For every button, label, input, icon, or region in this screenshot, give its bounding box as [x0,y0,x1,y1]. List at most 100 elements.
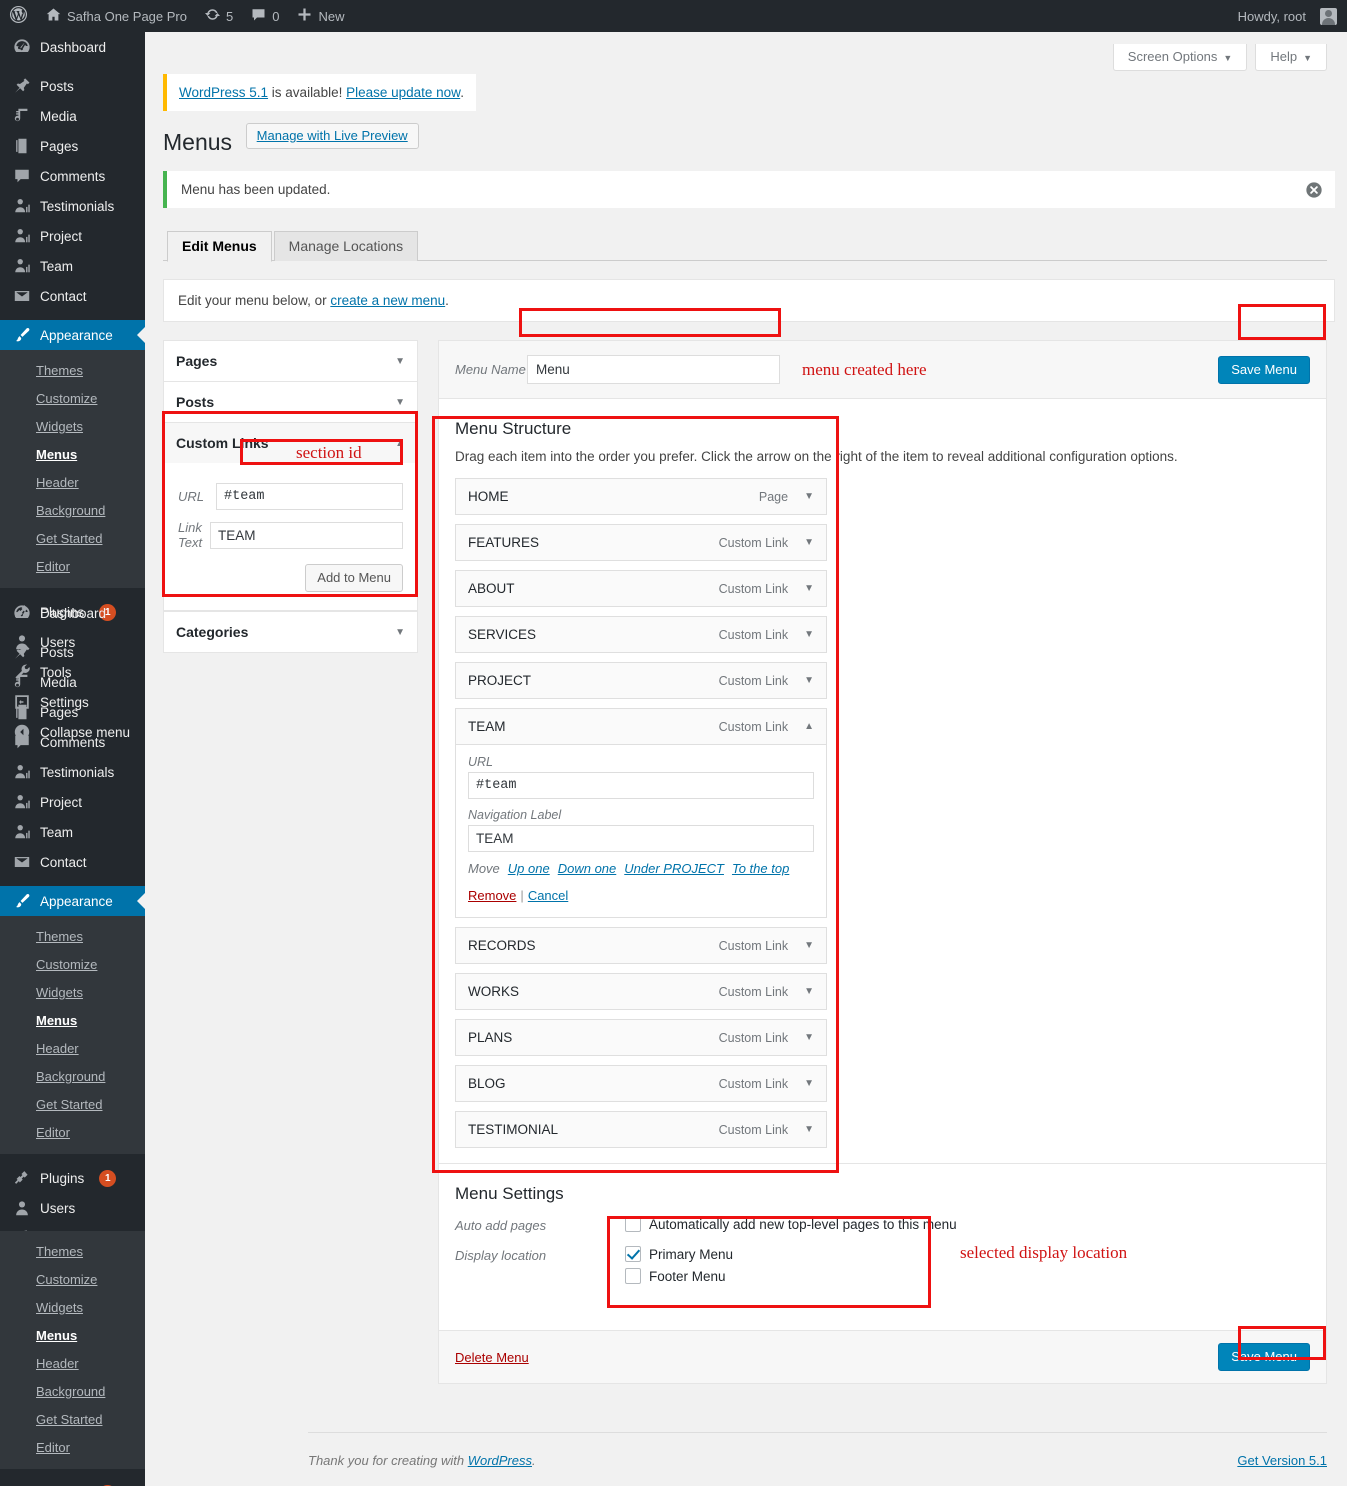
menu-item[interactable]: TESTIMONIAL Custom Link ▼ [455,1111,827,1148]
accordion-header-categories[interactable]: Categories ▼ [163,611,418,653]
auto-add-pages-checkbox-line[interactable]: Automatically add new top-level pages to… [625,1216,957,1232]
sidebar-item-comments[interactable]: Comments [0,161,145,191]
sidebar-subitem-get-started[interactable]: Get Started [0,1406,145,1434]
sidebar-subitem-widgets[interactable]: Widgets [0,979,145,1007]
wp-logo-button[interactable] [0,0,37,32]
save-menu-button-top[interactable]: Save Menu [1218,355,1310,384]
menu-item[interactable]: SERVICES Custom Link ▼ [455,616,827,653]
sidebar-item-project[interactable]: Project [0,221,145,251]
sidebar-subitem-editor[interactable]: Editor [0,1119,145,1147]
cancel-link[interactable]: Cancel [528,888,568,903]
sidebar-item-posts[interactable]: Posts [0,71,145,101]
sidebar-item-dashboard[interactable]: Dashboard [0,32,145,62]
sidebar-item-media[interactable]: Media [0,101,145,131]
new-content-button[interactable]: New [288,0,353,32]
sidebar-item-plugins[interactable]: Plugins 1 [0,1163,145,1193]
chevron-down-icon[interactable]: ▼ [804,491,814,502]
tab-edit-menus[interactable]: Edit Menus [167,231,272,262]
menu-item-bar[interactable]: ABOUT Custom Link ▼ [456,571,826,606]
auto-add-pages-checkbox[interactable] [625,1216,641,1232]
move-link-down-one[interactable]: Down one [558,861,617,876]
site-name-button[interactable]: Safha One Page Pro [37,0,196,32]
sidebar-item-comments[interactable]: Comments [0,727,145,757]
wordpress-version-link[interactable]: WordPress 5.1 [179,85,268,100]
sidebar-subitem-customize[interactable]: Customize [0,1266,145,1294]
accordion-header-custom-links[interactable]: Custom Links ▲ [163,422,418,464]
please-update-now-link[interactable]: Please update now [346,85,460,100]
screen-options-button[interactable]: Screen Options ▼ [1112,44,1248,71]
sidebar-subitem-get-started[interactable]: Get Started [0,525,145,553]
sidebar-subitem-themes[interactable]: Themes [0,1238,145,1266]
menu-item-bar[interactable]: WORKS Custom Link ▼ [456,974,826,1009]
chevron-down-icon[interactable]: ▼ [804,1032,814,1043]
custom-link-text-input[interactable] [210,521,403,549]
menu-item-bar[interactable]: HOME Page ▼ [456,479,826,514]
sidebar-item-users[interactable]: Users [0,1193,145,1223]
remove-link[interactable]: Remove [468,888,516,903]
sidebar-item-appearance[interactable]: Appearance [0,886,145,916]
sidebar-subitem-get-started[interactable]: Get Started [0,1091,145,1119]
custom-link-url-input[interactable] [216,483,403,510]
chevron-down-icon[interactable]: ▼ [804,1124,814,1135]
sidebar-item-contact[interactable]: Contact [0,847,145,877]
sidebar-subitem-menus[interactable]: Menus [0,1007,145,1035]
sidebar-subitem-themes[interactable]: Themes [0,923,145,951]
menu-item[interactable]: PROJECT Custom Link ▼ [455,662,827,699]
sidebar-subitem-menus[interactable]: Menus [0,1322,145,1350]
sidebar-subitem-widgets[interactable]: Widgets [0,1294,145,1322]
menu-name-input[interactable] [527,355,780,384]
menu-item-bar[interactable]: PROJECT Custom Link ▼ [456,663,826,698]
menu-item-bar[interactable]: FEATURES Custom Link ▼ [456,525,826,560]
menu-item[interactable]: ABOUT Custom Link ▼ [455,570,827,607]
sidebar-subitem-background[interactable]: Background [0,1378,145,1406]
chevron-down-icon[interactable]: ▼ [804,583,814,594]
menu-item-navlabel-input[interactable] [468,825,814,852]
sidebar-item-team[interactable]: Team [0,817,145,847]
chevron-down-icon[interactable]: ▼ [804,986,814,997]
display-location-primary-menu[interactable]: Primary Menu [625,1246,733,1262]
menu-item[interactable]: PLANS Custom Link ▼ [455,1019,827,1056]
menu-item[interactable]: HOME Page ▼ [455,478,827,515]
menu-item[interactable]: WORKS Custom Link ▼ [455,973,827,1010]
chevron-down-icon[interactable]: ▼ [804,940,814,951]
sidebar-item-testimonials[interactable]: Testimonials [0,757,145,787]
sidebar-item-contact[interactable]: Contact [0,281,145,311]
sidebar-subitem-customize[interactable]: Customize [0,385,145,413]
sidebar-subitem-background[interactable]: Background [0,497,145,525]
sidebar-item-appearance[interactable]: Appearance [0,320,145,350]
sidebar-subitem-header[interactable]: Header [0,469,145,497]
menu-item-bar[interactable]: RECORDS Custom Link ▼ [456,928,826,963]
sidebar-subitem-header[interactable]: Header [0,1035,145,1063]
chevron-down-icon[interactable]: ▼ [804,537,814,548]
sidebar-subitem-editor[interactable]: Editor [0,553,145,581]
sidebar-subitem-background[interactable]: Background [0,1063,145,1091]
sidebar-item-posts[interactable]: Posts [0,637,145,667]
chevron-up-icon[interactable]: ▲ [804,721,814,732]
menu-item-bar[interactable]: TESTIMONIAL Custom Link ▼ [456,1112,826,1147]
menu-item-bar[interactable]: SERVICES Custom Link ▼ [456,617,826,652]
help-button[interactable]: Help ▼ [1255,44,1327,71]
menu-item-bar[interactable]: TEAM Custom Link ▲ [456,709,826,744]
sidebar-item-team[interactable]: Team [0,251,145,281]
sidebar-subitem-editor[interactable]: Editor [0,1434,145,1462]
footer-menu-checkbox[interactable] [625,1268,641,1284]
add-to-menu-button[interactable]: Add to Menu [305,564,403,592]
tab-manage-locations[interactable]: Manage Locations [273,231,419,261]
primary-menu-checkbox[interactable] [625,1246,641,1262]
move-link-to-the-top[interactable]: To the top [732,861,789,876]
save-menu-button-bottom[interactable]: Save Menu [1218,1343,1310,1371]
chevron-down-icon[interactable]: ▼ [804,629,814,640]
chevron-down-icon[interactable]: ▼ [804,675,814,686]
menu-item[interactable]: RECORDS Custom Link ▼ [455,927,827,964]
move-link-under-project[interactable]: Under PROJECT [624,861,724,876]
sidebar-subitem-menus[interactable]: Menus [0,441,145,469]
close-icon[interactable] [1305,181,1323,199]
move-link-up-one[interactable]: Up one [508,861,550,876]
menu-item[interactable]: TEAMCustom Link▲URLNavigation LabelMoveU… [455,708,827,918]
menu-item-url-input[interactable] [468,772,814,799]
menu-item-bar[interactable]: PLANS Custom Link ▼ [456,1020,826,1055]
sidebar-item-pages[interactable]: Pages [0,697,145,727]
sidebar-item-dashboard[interactable]: Dashboard [0,598,145,628]
chevron-down-icon[interactable]: ▼ [804,1078,814,1089]
menu-item[interactable]: BLOG Custom Link ▼ [455,1065,827,1102]
